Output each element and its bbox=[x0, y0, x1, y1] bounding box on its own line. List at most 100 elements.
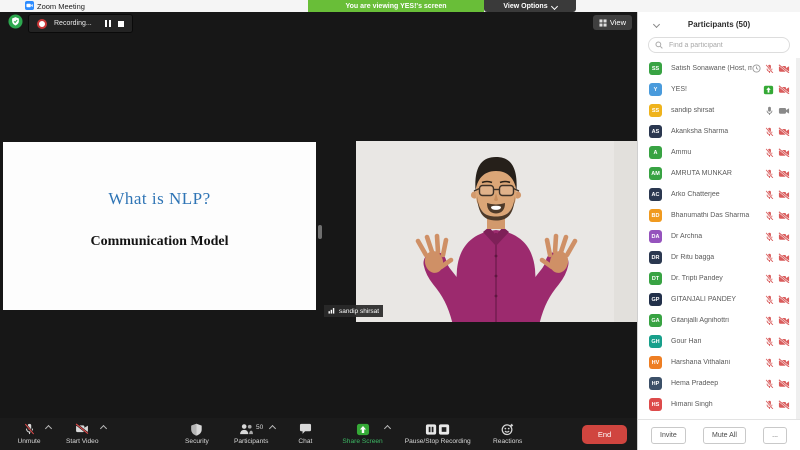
more-options-button[interactable]: ... bbox=[763, 426, 787, 444]
window-titlebar: Zoom Meeting You are viewing YES!'s scre… bbox=[0, 0, 800, 12]
mic-red-icon[interactable] bbox=[765, 147, 774, 158]
participant-name: Arko Chatterjee bbox=[671, 191, 720, 198]
mic-red-icon[interactable] bbox=[765, 63, 774, 74]
toolbar-start-video-button[interactable]: Start Video bbox=[62, 423, 107, 445]
cam-red-icon[interactable] bbox=[778, 294, 790, 305]
cam-red-icon[interactable] bbox=[778, 168, 790, 179]
chevron-up-icon[interactable] bbox=[383, 424, 391, 433]
cam-red-icon[interactable] bbox=[778, 273, 790, 284]
view-button[interactable]: View bbox=[592, 15, 632, 30]
participant-row[interactable]: A Ammu bbox=[638, 142, 795, 163]
mic-red-icon[interactable] bbox=[765, 399, 774, 410]
cam-red-icon[interactable] bbox=[778, 126, 790, 137]
cam-red-icon[interactable] bbox=[778, 189, 790, 200]
cam-red-icon[interactable] bbox=[778, 84, 790, 95]
participant-row[interactable]: GH Gour Hari bbox=[638, 331, 795, 352]
participants-list: SS Satish Sonawane (Host, me) Y YES! SS sandi… bbox=[638, 58, 795, 419]
participant-row[interactable]: SS sandip shirsat bbox=[638, 100, 795, 121]
participant-row[interactable]: AC Arko Chatterjee bbox=[638, 184, 795, 205]
mic-gray-icon[interactable] bbox=[765, 106, 774, 116]
viewing-screen-banner: You are viewing YES!'s screen bbox=[308, 0, 484, 12]
participant-row[interactable]: GA Gitanjalli Agnihottri bbox=[638, 310, 795, 331]
participant-row[interactable]: BD Bhanumathi Das Sharma bbox=[638, 205, 795, 226]
participant-avatar: AC bbox=[649, 188, 662, 201]
participant-status-icons bbox=[765, 168, 790, 179]
participant-row[interactable]: AM AMRUTA MUNKAR bbox=[638, 163, 795, 184]
toolbar-share-screen-button[interactable]: Share Screen bbox=[338, 423, 391, 445]
cam-red-icon[interactable] bbox=[778, 252, 790, 263]
participant-row[interactable]: DT Dr. Tripti Pandey bbox=[638, 268, 795, 289]
collapse-panel-icon[interactable] bbox=[652, 20, 661, 29]
participant-row[interactable]: DR Dr Ritu bagga bbox=[638, 247, 795, 268]
participant-row[interactable]: SS Satish Sonawane (Host, me) bbox=[638, 58, 795, 79]
cam-red-icon[interactable] bbox=[778, 63, 790, 74]
mic-red-icon[interactable] bbox=[765, 378, 774, 389]
participant-avatar: AS bbox=[649, 125, 662, 138]
participant-row[interactable]: HS Himani Singh bbox=[638, 394, 795, 415]
cam-red-icon[interactable] bbox=[778, 378, 790, 389]
toolbar-button-label: Pause/Stop Recording bbox=[404, 438, 471, 445]
chevron-up-icon[interactable] bbox=[99, 424, 107, 433]
share-green-icon[interactable] bbox=[763, 85, 774, 95]
cam-red-icon[interactable] bbox=[778, 399, 790, 410]
stop-recording-icon[interactable] bbox=[117, 20, 124, 27]
participant-avatar: Y bbox=[649, 83, 662, 96]
slide-title: What is NLP? bbox=[108, 189, 211, 208]
participant-row[interactable]: AS Akanksha Sharma bbox=[638, 121, 795, 142]
invite-button[interactable]: Invite bbox=[651, 426, 686, 444]
mic-off-icon bbox=[24, 423, 35, 437]
participant-row[interactable]: Y YES! bbox=[638, 79, 795, 100]
mic-red-icon[interactable] bbox=[765, 231, 774, 242]
pause-recording-icon[interactable] bbox=[104, 20, 111, 27]
participant-status-icons bbox=[765, 399, 790, 410]
toolbar-security-button[interactable]: Security bbox=[178, 423, 216, 445]
participant-status-icons bbox=[763, 84, 790, 95]
mute-all-button[interactable]: Mute All bbox=[702, 426, 746, 444]
toolbar-reactions-button[interactable]: Reactions bbox=[489, 423, 527, 445]
cam-gray-icon[interactable] bbox=[778, 106, 790, 116]
cam-red-icon[interactable] bbox=[778, 147, 790, 158]
participant-row[interactable]: DA Dr Archna bbox=[638, 226, 795, 247]
participant-name: YES! bbox=[671, 86, 687, 93]
chevron-up-icon[interactable] bbox=[269, 424, 277, 433]
participant-status-icons bbox=[765, 147, 790, 158]
mic-red-icon[interactable] bbox=[765, 336, 774, 347]
chevron-up-icon[interactable] bbox=[44, 424, 53, 433]
mic-red-icon[interactable] bbox=[765, 315, 774, 326]
participant-row[interactable]: HP Hema Pradeep bbox=[638, 373, 795, 394]
participant-row[interactable]: GP GITANJALI PANDEY bbox=[638, 289, 795, 310]
mic-red-icon[interactable] bbox=[765, 189, 774, 200]
cam-red-icon[interactable] bbox=[778, 357, 790, 368]
end-meeting-button[interactable]: End bbox=[582, 424, 627, 444]
search-input[interactable] bbox=[667, 40, 783, 50]
toolbar-participants-button[interactable]: 50 Participants bbox=[230, 423, 277, 445]
slide-scrollbar[interactable] bbox=[318, 225, 322, 239]
mic-red-icon[interactable] bbox=[765, 210, 774, 221]
cam-red-icon[interactable] bbox=[778, 315, 790, 326]
view-options-button[interactable]: View Options bbox=[484, 0, 576, 12]
cam-red-icon[interactable] bbox=[778, 231, 790, 242]
toolbar-button-label: Unmute bbox=[17, 438, 41, 445]
cam-red-icon[interactable] bbox=[778, 210, 790, 221]
toolbar-chat-button[interactable]: Chat bbox=[286, 423, 324, 445]
meeting-info-shield-icon[interactable] bbox=[8, 14, 23, 29]
participant-status-icons bbox=[765, 189, 790, 200]
mic-red-icon[interactable] bbox=[765, 168, 774, 179]
participant-avatar: SS bbox=[649, 62, 662, 75]
participants-scrollbar[interactable] bbox=[796, 58, 800, 419]
toolbar-unmute-button[interactable]: Unmute bbox=[10, 423, 53, 445]
people-icon bbox=[239, 423, 254, 437]
mic-red-icon[interactable] bbox=[765, 252, 774, 263]
zoom-app-icon bbox=[25, 0, 34, 15]
video-off-icon bbox=[75, 423, 89, 436]
zoom-app-window: Zoom Meeting You are viewing YES!'s scre… bbox=[0, 0, 800, 450]
toolbar-pause-stop-recording-button[interactable]: Pause/Stop Recording bbox=[401, 423, 475, 445]
mic-red-icon[interactable] bbox=[765, 273, 774, 284]
participant-avatar: GP bbox=[649, 293, 662, 306]
mic-red-icon[interactable] bbox=[765, 126, 774, 137]
mic-red-icon[interactable] bbox=[765, 357, 774, 368]
participant-avatar: GA bbox=[649, 314, 662, 327]
participant-row[interactable]: HV Harshana Vithalani bbox=[638, 352, 795, 373]
mic-red-icon[interactable] bbox=[765, 294, 774, 305]
cam-red-icon[interactable] bbox=[778, 336, 790, 347]
